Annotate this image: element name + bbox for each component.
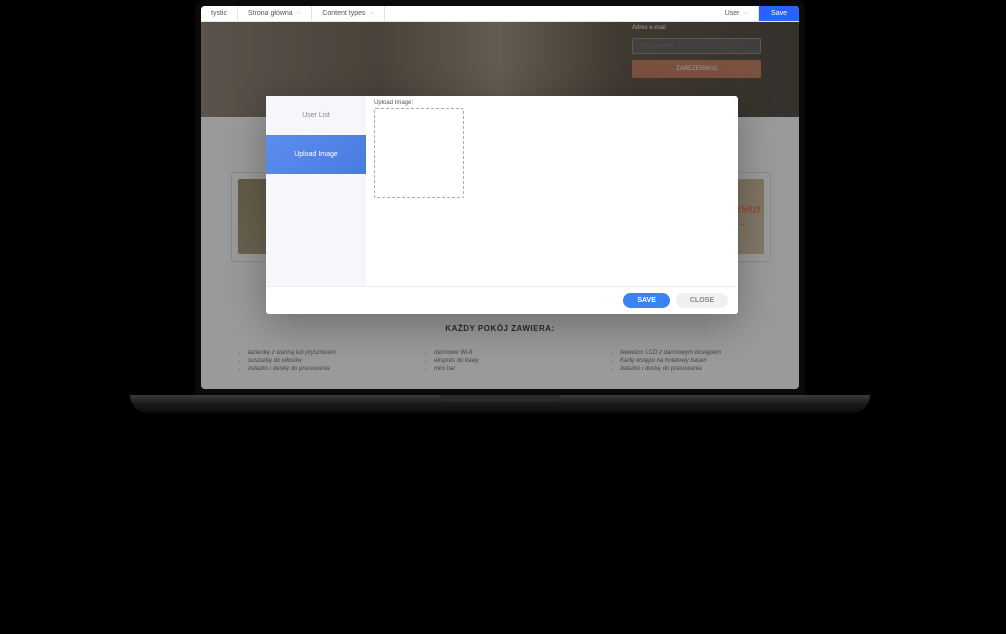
- tab-user-list[interactable]: User List: [266, 96, 366, 135]
- laptop-notch: [440, 395, 560, 401]
- upload-modal: User List Upload Image Upload Image: SAV…: [266, 96, 738, 314]
- save-button[interactable]: SAVE: [623, 293, 670, 308]
- close-button[interactable]: CLOSE: [676, 293, 728, 308]
- upload-label: Upload Image:: [374, 100, 730, 106]
- nav-content-types[interactable]: Content types ⌵: [312, 6, 385, 21]
- logo[interactable]: tystic: [201, 6, 238, 21]
- modal-footer: SAVE CLOSE: [266, 286, 738, 314]
- user-label: User: [725, 10, 740, 17]
- nav-home[interactable]: Strona główna ⌵: [238, 6, 312, 21]
- logo-text: tystic: [211, 10, 227, 17]
- laptop-base: [130, 395, 870, 413]
- user-menu[interactable]: User ⌵: [715, 6, 759, 21]
- save-label: Save: [771, 10, 787, 17]
- tab-upload-image[interactable]: Upload Image: [266, 135, 366, 174]
- nav-content-types-label: Content types: [322, 10, 365, 17]
- modal-sidebar: User List Upload Image: [266, 96, 366, 286]
- upload-dropzone[interactable]: [374, 108, 464, 198]
- topbar-right: User ⌵ Save: [715, 6, 799, 21]
- chevron-down-icon: ⌵: [297, 10, 302, 17]
- modal-body: User List Upload Image Upload Image:: [266, 96, 738, 286]
- nav-home-label: Strona główna: [248, 10, 293, 17]
- modal-content: Upload Image:: [366, 96, 738, 286]
- topbar-save-button[interactable]: Save: [759, 6, 799, 21]
- chevron-down-icon: ⌵: [743, 10, 748, 17]
- chevron-down-icon: ⌵: [369, 10, 374, 17]
- topbar: tystic Strona główna ⌵ Content types ⌵ U…: [201, 6, 799, 22]
